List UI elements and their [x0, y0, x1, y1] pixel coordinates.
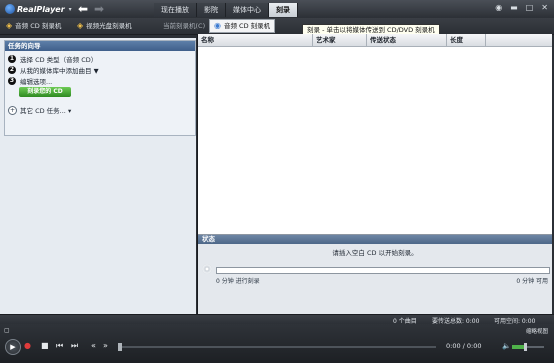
column-artist[interactable]: 艺术家: [313, 34, 367, 46]
step-select-cd-type[interactable]: 1 选择 CD 类型（音频 CD）: [8, 54, 98, 64]
column-length[interactable]: 长度: [447, 34, 486, 46]
tab-now-playing[interactable]: 现在播放: [154, 3, 197, 17]
volume-slider-thumb[interactable]: [524, 343, 527, 351]
burn-toolbar: ◈ 音频 CD 刻录机 ◈ 视频光盘刻录机 当前刻录机(C) ◉ 音频 CD 刻…: [0, 18, 554, 35]
audio-cd-burner-label: 音频 CD 刻录机: [15, 22, 62, 30]
current-burner-dropdown[interactable]: ◉ 音频 CD 刻录机: [209, 19, 276, 33]
tab-burn[interactable]: 刻录: [269, 3, 298, 17]
cd-burner-icon: ◈: [6, 21, 13, 30]
step-number-2: 2: [8, 65, 16, 74]
play-button[interactable]: ▶: [5, 339, 21, 355]
track-list-header: 名称 艺术家 传送状态 长度: [198, 34, 552, 47]
other-cd-tasks-label: 其它 CD 任务... ▾: [20, 107, 72, 115]
position-slider[interactable]: [118, 346, 436, 348]
mini-view-icon[interactable]: ▢: [4, 327, 10, 334]
step-number-1: 1: [8, 54, 16, 63]
step-label: 编辑选项...: [20, 77, 53, 86]
video-disc-burner-button[interactable]: ◈ 视频光盘刻录机: [77, 20, 132, 32]
step-add-tracks[interactable]: 2 从我的媒体库中添加曲目 ▼: [8, 65, 99, 75]
realplayer-logo-icon: [5, 4, 15, 14]
back-arrow-icon[interactable]: ⬅: [78, 2, 88, 16]
cd-icon: ◉: [214, 21, 221, 30]
tab-media-center[interactable]: 媒体中心: [226, 3, 269, 17]
expand-plus-icon: +: [8, 105, 17, 115]
other-cd-tasks[interactable]: + 其它 CD 任务... ▾: [8, 105, 71, 115]
minutes-available: 0 分钟 可用: [516, 278, 548, 285]
status-header: 状态: [198, 235, 552, 244]
minimize-icon[interactable]: ▬: [510, 3, 518, 12]
disc-capacity-bar: [216, 267, 550, 274]
current-burner-value: 音频 CD 刻录机: [223, 22, 271, 30]
thumbnail-view-button[interactable]: 缩略视图: [526, 327, 548, 335]
forward-arrow-icon[interactable]: ➡: [94, 2, 104, 16]
close-icon[interactable]: ✕: [541, 3, 548, 12]
video-burner-icon: ◈: [77, 21, 84, 30]
main-tabs: 现在播放 影院 媒体中心 刻录: [154, 3, 298, 17]
audio-cd-burner-button[interactable]: ◈ 音频 CD 刻录机: [6, 20, 61, 32]
previous-icon[interactable]: ⏮: [56, 341, 63, 351]
track-list-area[interactable]: [198, 47, 552, 234]
next-icon[interactable]: ⏭: [71, 341, 78, 351]
maximize-icon[interactable]: □: [526, 3, 534, 12]
burn-list-panel: 名称 艺术家 传送状态 长度 状态 请插入空白 CD 以开始刻录。 0 分钟 进…: [197, 34, 552, 315]
column-name[interactable]: 名称: [198, 34, 313, 46]
status-message: 请插入空白 CD 以开始刻录。: [332, 249, 418, 257]
rewind-icon[interactable]: «: [91, 341, 96, 350]
burn-cd-button[interactable]: 刻录您的 CD: [19, 87, 71, 97]
task-panel: 任务的向导 1 选择 CD 类型（音频 CD） 2 从我的媒体库中添加曲目 ▼ …: [0, 38, 196, 314]
position-slider-thumb[interactable]: [118, 343, 122, 351]
column-transfer-status[interactable]: 传送状态: [367, 34, 447, 46]
step-label: 从我的媒体库中添加曲目 ▼: [20, 66, 99, 75]
record-icon[interactable]: ●: [24, 341, 31, 350]
playback-bar: ▢ 缩略视图 ▶ ● ■ ⏮ ⏭ « » 0:00 / 0:00 🔈: [0, 324, 554, 363]
logo-dropdown-icon[interactable]: ▾: [69, 6, 72, 13]
time-display: 0:00 / 0:00: [446, 342, 482, 350]
video-disc-burner-label: 视频光盘刻录机: [86, 22, 132, 30]
stop-icon[interactable]: ■: [41, 341, 49, 350]
disc-icon: [202, 264, 212, 274]
status-panel: 状态 请插入空白 CD 以开始刻录。 0 分钟 进行刻录 0 分钟 可用: [198, 234, 552, 315]
current-burner-label: 当前刻录机(C): [163, 22, 206, 30]
step-number-3: 3: [8, 76, 16, 85]
fast-forward-icon[interactable]: »: [103, 341, 108, 350]
window-controls: ◉ ▬ □ ✕: [495, 3, 548, 12]
realplayer-logo[interactable]: RealPlayer ▾: [5, 3, 72, 15]
step-label: 选择 CD 类型（音频 CD）: [20, 55, 98, 64]
task-wizard-header: 任务的向导: [5, 41, 195, 51]
tab-cinema[interactable]: 影院: [197, 3, 226, 17]
logo-text: RealPlayer: [17, 4, 65, 14]
toggle-view-icon[interactable]: ◉: [495, 3, 502, 12]
task-wizard-box: 任务的向导 1 选择 CD 类型（音频 CD） 2 从我的媒体库中添加曲目 ▼ …: [4, 40, 196, 136]
step-edit-options[interactable]: 3 编辑选项...: [8, 76, 53, 86]
minutes-to-burn: 0 分钟 进行刻录: [216, 278, 260, 285]
title-bar: RealPlayer ▾ ⬅ ➡ 现在播放 影院 媒体中心 刻录 ◉ ▬ □ ✕: [0, 0, 554, 18]
volume-icon[interactable]: 🔈: [502, 342, 511, 350]
